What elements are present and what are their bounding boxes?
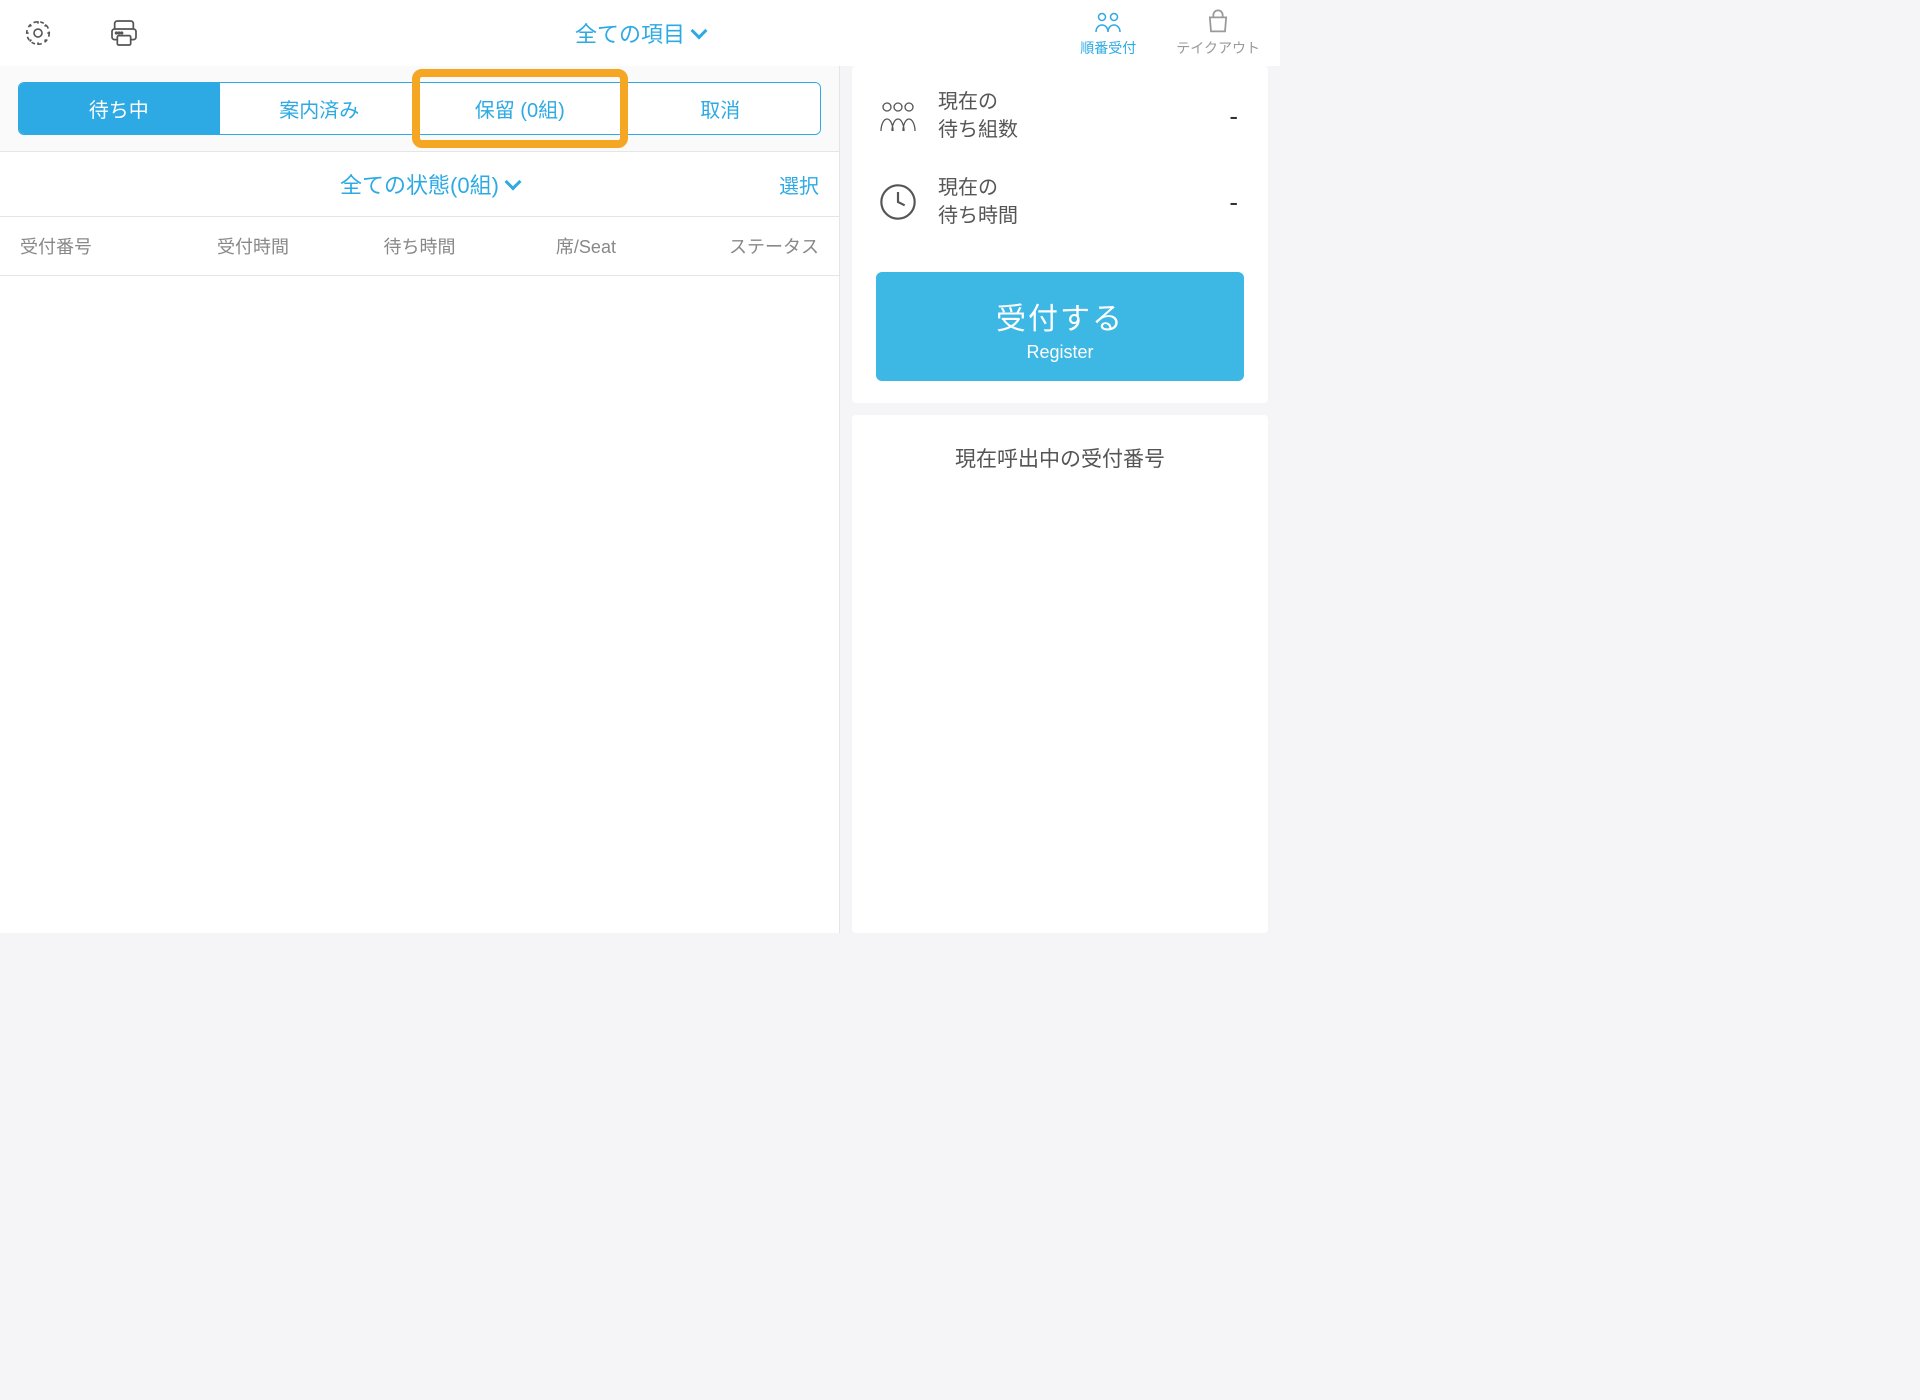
chevron-down-icon: [504, 174, 521, 191]
column-seat: 席/Seat: [503, 233, 669, 259]
stat-wait-count: 現在の待ち組数 -: [876, 88, 1244, 144]
status-filter-dropdown[interactable]: 全ての状態(0組): [340, 168, 519, 200]
register-button[interactable]: 受付する Register: [876, 272, 1244, 381]
right-panel: 現在の待ち組数 - 現在の待ち時間 - 受付する Register: [840, 66, 1280, 933]
column-time: 受付時間: [170, 233, 336, 259]
chevron-down-icon: [691, 23, 708, 40]
mode-takeout-button[interactable]: テイクアウト: [1176, 8, 1260, 58]
mode-takeout-label: テイクアウト: [1176, 38, 1260, 58]
clock-icon: [876, 180, 920, 224]
column-wait: 待ち時間: [336, 233, 502, 259]
header-right: 順番受付 テイクアウト: [1080, 8, 1260, 58]
tab-guided[interactable]: 案内済み: [220, 83, 421, 134]
stat-wait-time: 現在の待ち時間 -: [876, 174, 1244, 230]
calling-card: 現在呼出中の受付番号: [852, 415, 1268, 933]
stats-card: 現在の待ち組数 - 現在の待ち時間 - 受付する Register: [852, 66, 1268, 403]
stat-count-value: -: [1229, 101, 1244, 132]
stat-count-label: 現在の待ち組数: [938, 88, 1211, 144]
tab-hold[interactable]: 保留 (0組): [420, 83, 621, 134]
tab-hold-label: 保留 (0組): [475, 100, 565, 122]
select-link[interactable]: 選択: [779, 170, 819, 199]
header: 全ての項目 順番受付 テイクアウト: [0, 0, 1280, 66]
tab-cancel[interactable]: 取消: [621, 83, 821, 134]
gear-icon: [23, 18, 53, 48]
filter-row: 全ての状態(0組) 選択: [0, 152, 839, 217]
settings-button[interactable]: [20, 15, 56, 51]
table-header: 受付番号 受付時間 待ち時間 席/Seat ステータス: [0, 217, 839, 276]
mode-queue-label: 順番受付: [1080, 38, 1136, 58]
calling-title: 現在呼出中の受付番号: [876, 443, 1244, 473]
register-label-en: Register: [876, 342, 1244, 363]
mode-queue-button[interactable]: 順番受付: [1080, 8, 1136, 58]
stat-time-label: 現在の待ち時間: [938, 174, 1211, 230]
people-icon: [1092, 8, 1124, 36]
select-link-label: 選択: [779, 176, 819, 198]
tabs-container: 待ち中 案内済み 保留 (0組) 取消: [0, 66, 839, 152]
status-tabs: 待ち中 案内済み 保留 (0組) 取消: [18, 82, 821, 135]
tab-waiting[interactable]: 待ち中: [19, 83, 220, 134]
bag-icon: [1204, 8, 1232, 36]
status-filter-label: 全ての状態(0組): [340, 168, 499, 200]
tab-waiting-label: 待ち中: [89, 100, 149, 122]
category-dropdown[interactable]: 全ての項目: [575, 17, 705, 49]
stat-time-value: -: [1229, 187, 1244, 218]
category-label: 全ての項目: [575, 17, 685, 49]
table-body-empty: [0, 276, 839, 933]
printer-button[interactable]: [106, 15, 142, 51]
left-panel: 待ち中 案内済み 保留 (0組) 取消 全ての状態(0組): [0, 66, 840, 933]
tab-cancel-label: 取消: [700, 100, 740, 122]
register-label-jp: 受付する: [876, 294, 1244, 338]
column-status: ステータス: [669, 233, 819, 259]
printer-icon: [108, 17, 140, 49]
header-left: [20, 15, 142, 51]
column-number: 受付番号: [20, 233, 170, 259]
people-group-icon: [876, 94, 920, 138]
main-content: 待ち中 案内済み 保留 (0組) 取消 全ての状態(0組): [0, 66, 1280, 933]
tab-guided-label: 案内済み: [279, 100, 359, 122]
